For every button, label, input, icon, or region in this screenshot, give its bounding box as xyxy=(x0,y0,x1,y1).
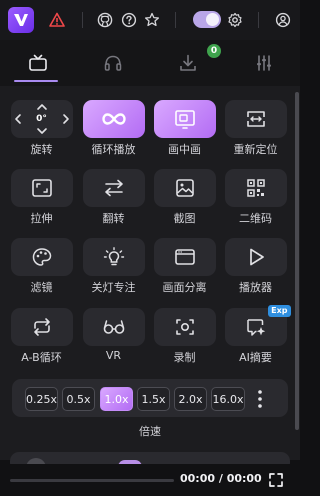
player-button[interactable] xyxy=(224,238,287,276)
vr-glasses-icon xyxy=(103,320,124,334)
loop-icon xyxy=(101,113,126,125)
flip-icon xyxy=(104,179,123,197)
tool-label: 录制 xyxy=(173,351,196,364)
tool-label: 播放器 xyxy=(239,281,272,294)
star-icon[interactable] xyxy=(143,11,161,29)
tool-label: 画面分离 xyxy=(162,281,207,294)
github-icon[interactable] xyxy=(96,11,114,29)
tool-label: 关灯专注 xyxy=(91,281,136,294)
tool-lights-off[interactable]: 关灯专注 xyxy=(82,238,145,295)
stretch-icon xyxy=(31,179,52,197)
equalizer-icon[interactable] xyxy=(252,52,276,74)
window-icon xyxy=(174,249,195,265)
tool-label: AI摘要 xyxy=(239,351,272,364)
flip-button[interactable] xyxy=(82,169,145,207)
active-tab-indicator xyxy=(14,80,58,82)
tool-pip[interactable]: 画中画 xyxy=(153,100,216,157)
progress-bar[interactable] xyxy=(10,479,174,482)
speed-label: 倍速 xyxy=(139,425,161,438)
tool-record[interactable]: 录制 xyxy=(153,308,216,365)
speed-option[interactable]: 0.25x xyxy=(25,387,58,411)
screenshot-icon xyxy=(175,179,194,197)
help-icon[interactable] xyxy=(120,11,138,29)
palette-icon xyxy=(32,248,51,266)
tool-ab-loop[interactable]: A-B循环 xyxy=(10,308,73,365)
tool-player[interactable]: 播放器 xyxy=(224,238,287,295)
pip-button[interactable] xyxy=(153,100,216,138)
speed-option[interactable]: 2.0x xyxy=(174,387,207,411)
rotate-value: 0° xyxy=(36,114,47,124)
tool-label: 翻转 xyxy=(102,212,125,225)
tool-rotate[interactable]: 0° 旋转 xyxy=(10,100,73,157)
filter-button[interactable] xyxy=(10,238,73,276)
pip-icon xyxy=(174,110,195,129)
speed-option[interactable]: 0.5x xyxy=(62,387,95,411)
user-icon[interactable] xyxy=(274,11,292,29)
tool-ai-summary[interactable]: Exp AI摘要 xyxy=(224,305,291,365)
top-bar xyxy=(0,0,300,40)
ab-loop-button[interactable] xyxy=(10,308,73,346)
lights-off-button[interactable] xyxy=(82,238,145,276)
toggle-knob xyxy=(206,13,219,26)
ai-summary-button[interactable]: Exp xyxy=(224,305,291,346)
divider xyxy=(82,12,83,28)
bulb-icon xyxy=(103,247,124,266)
tool-qrcode[interactable]: 二维码 xyxy=(224,169,287,226)
tool-label: 滤镜 xyxy=(30,281,53,294)
tool-filter[interactable]: 滤镜 xyxy=(10,238,73,295)
detach-button[interactable] xyxy=(153,238,216,276)
logo-icon[interactable] xyxy=(8,7,34,33)
reposition-icon xyxy=(246,111,265,127)
tool-label: VR xyxy=(105,349,122,362)
experimental-badge: Exp xyxy=(268,305,291,317)
play-icon xyxy=(249,248,264,266)
divider xyxy=(258,12,259,28)
tool-label: 重新定位 xyxy=(233,143,278,156)
ab-loop-icon xyxy=(33,318,50,336)
tool-screenshot[interactable]: 截图 xyxy=(153,169,216,226)
tv-icon[interactable] xyxy=(26,52,50,74)
tool-flip[interactable]: 翻转 xyxy=(82,169,145,226)
tool-vr[interactable]: VR xyxy=(82,308,145,362)
more-options-icon[interactable] xyxy=(253,388,267,410)
fullscreen-icon[interactable] xyxy=(268,472,284,488)
speed-option[interactable]: 16.0x xyxy=(211,387,245,411)
tool-label: A-B循环 xyxy=(21,351,62,364)
qrcode-icon xyxy=(246,179,265,197)
download-icon[interactable] xyxy=(176,52,200,74)
settings-icon[interactable] xyxy=(226,11,244,29)
tool-label: 二维码 xyxy=(239,212,272,225)
scrollbar-thumb[interactable] xyxy=(295,92,299,430)
vr-button[interactable] xyxy=(82,308,145,346)
tool-loop[interactable]: 循环播放 xyxy=(82,100,145,157)
record-icon xyxy=(175,319,194,335)
ai-summary-icon xyxy=(246,319,265,336)
tool-detach[interactable]: 画面分离 xyxy=(153,238,216,295)
speed-option-selected[interactable]: 1.0x xyxy=(100,387,133,411)
tool-label: 循环播放 xyxy=(91,143,136,156)
loop-button[interactable] xyxy=(82,100,145,138)
time-display: 00:00 / 00:00 xyxy=(180,472,262,485)
tool-label: 拉伸 xyxy=(30,212,53,225)
tool-reposition[interactable]: 重新定位 xyxy=(224,100,287,157)
speed-option[interactable]: 1.5x xyxy=(137,387,170,411)
screenshot-button[interactable] xyxy=(153,169,216,207)
stretch-button[interactable] xyxy=(10,169,73,207)
headphones-icon[interactable] xyxy=(101,52,125,74)
divider xyxy=(175,12,176,28)
record-button[interactable] xyxy=(153,308,216,346)
rotate-button[interactable]: 0° xyxy=(10,100,73,138)
reposition-button[interactable] xyxy=(224,100,287,138)
qrcode-button[interactable] xyxy=(224,169,287,207)
tool-label: 旋转 xyxy=(30,143,53,156)
download-count-badge: 0 xyxy=(207,44,221,58)
tool-label: 截图 xyxy=(173,212,196,225)
warning-icon[interactable] xyxy=(48,11,66,29)
tool-stretch[interactable]: 拉伸 xyxy=(10,169,73,226)
theme-toggle[interactable] xyxy=(193,11,221,28)
tool-label: 画中画 xyxy=(168,143,201,156)
